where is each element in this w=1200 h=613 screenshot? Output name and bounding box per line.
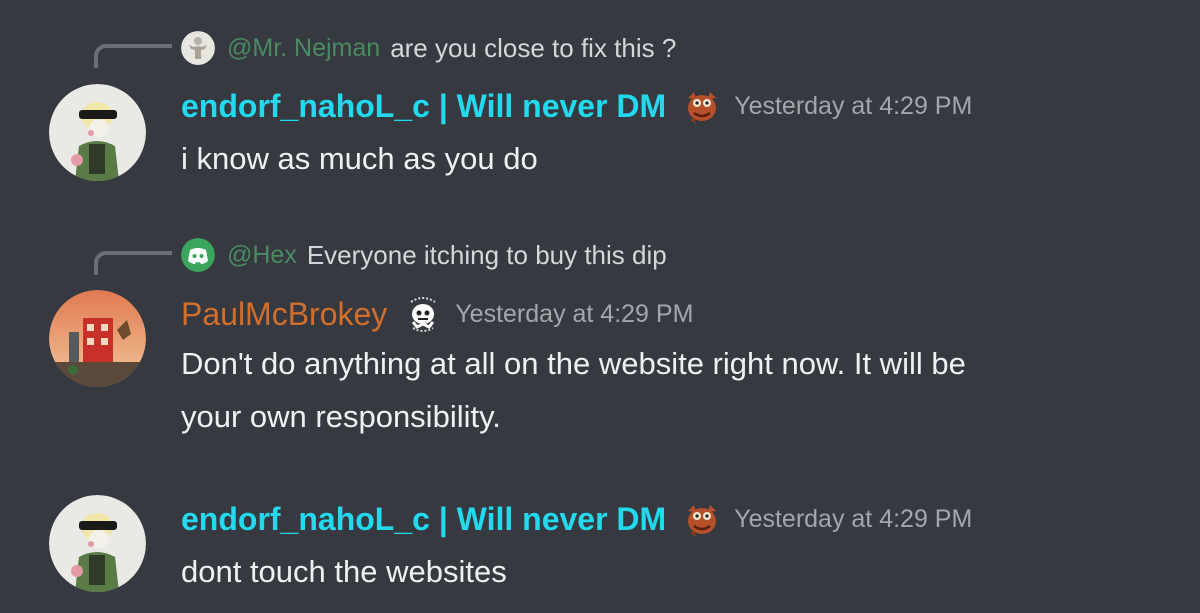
- reply-preview[interactable]: @Mr. Nejman are you close to fix this ?: [181, 31, 676, 65]
- username[interactable]: endorf_nahoL_c | Will never DM: [181, 88, 666, 125]
- reply-mention[interactable]: @Mr. Nejman: [227, 34, 380, 63]
- reply-connector: [94, 44, 172, 68]
- chat-messages: @Mr. Nejman are you close to fix this ? …: [0, 0, 1200, 613]
- reply-connector: [94, 251, 172, 275]
- message-content: dont touch the websites: [181, 545, 507, 598]
- avatar[interactable]: [49, 84, 146, 181]
- message-content: Don't do anything at all on the website …: [181, 337, 966, 443]
- ghost-badge-icon[interactable]: [401, 292, 445, 336]
- cartoon-character-icon[interactable]: [680, 497, 724, 541]
- reply-text[interactable]: are you close to fix this ?: [390, 33, 676, 64]
- statue-avatar-icon: [181, 31, 215, 65]
- cartoon-character-icon[interactable]: [680, 84, 724, 128]
- timestamp[interactable]: Yesterday at 4:29 PM: [734, 505, 972, 534]
- message-line: i know as much as you do: [181, 141, 538, 176]
- message-content: i know as much as you do: [181, 132, 538, 185]
- message-header: PaulMcBrokey Yesterday at 4:29 PM: [181, 292, 693, 336]
- reply-preview[interactable]: @Hex Everyone itching to buy this dip: [181, 238, 667, 272]
- message-line: dont touch the websites: [181, 554, 507, 589]
- timestamp[interactable]: Yesterday at 4:29 PM: [734, 92, 972, 121]
- discord-logo-icon: [181, 238, 215, 272]
- username[interactable]: PaulMcBrokey: [181, 296, 387, 333]
- message-header: endorf_nahoL_c | Will never DM Yesterday…: [181, 84, 972, 128]
- reply-mention[interactable]: @Hex: [227, 241, 297, 270]
- timestamp[interactable]: Yesterday at 4:29 PM: [455, 300, 693, 329]
- message-header: endorf_nahoL_c | Will never DM Yesterday…: [181, 497, 972, 541]
- username[interactable]: endorf_nahoL_c | Will never DM: [181, 501, 666, 538]
- avatar[interactable]: [49, 495, 146, 592]
- reply-text[interactable]: Everyone itching to buy this dip: [307, 240, 667, 271]
- message-line: Don't do anything at all on the website …: [181, 346, 966, 381]
- message-line: your own responsibility.: [181, 399, 501, 434]
- avatar[interactable]: [49, 290, 146, 387]
